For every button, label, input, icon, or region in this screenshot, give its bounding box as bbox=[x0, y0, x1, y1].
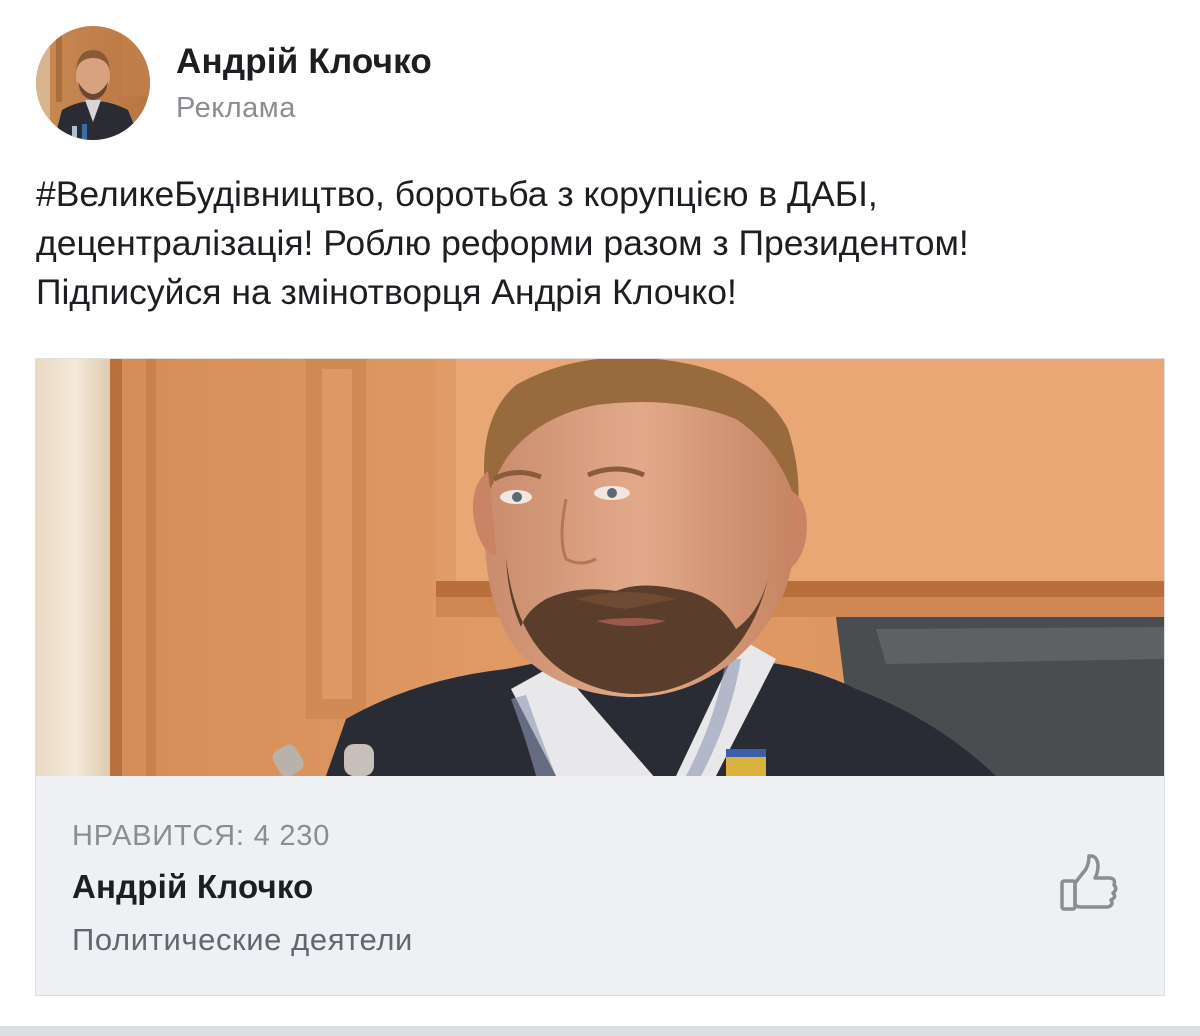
author-name[interactable]: Андрій Клочко bbox=[176, 42, 432, 82]
post-text-line: #ВеликеБудівництво, боротьба з корупцією… bbox=[36, 174, 878, 214]
sponsored-post: Андрій Клочко Реклама #ВеликеБудівництво… bbox=[0, 0, 1200, 1036]
post-text-line: Підписуйся на змінотворця Андрія Клочко! bbox=[36, 272, 737, 312]
page-card[interactable]: НРАВИТСЯ: 4 230 Андрій Клочко Политическ… bbox=[35, 358, 1165, 996]
sponsored-label: Реклама bbox=[176, 92, 296, 124]
thumbs-up-icon bbox=[1060, 854, 1118, 911]
page-cover-photo[interactable] bbox=[36, 359, 1164, 776]
author-avatar[interactable] bbox=[36, 26, 150, 140]
like-page-button[interactable] bbox=[1056, 853, 1126, 919]
post-text: #ВеликеБудівництво, боротьба з корупцією… bbox=[36, 170, 1176, 317]
page-name[interactable]: Андрій Клочко bbox=[72, 868, 314, 906]
page-category: Политические деятели bbox=[72, 922, 413, 957]
post-text-line: децентралізація! Роблю реформи разом з П… bbox=[36, 223, 969, 263]
feed-divider bbox=[0, 1026, 1200, 1036]
page-likes-count: НРАВИТСЯ: 4 230 bbox=[72, 820, 331, 852]
